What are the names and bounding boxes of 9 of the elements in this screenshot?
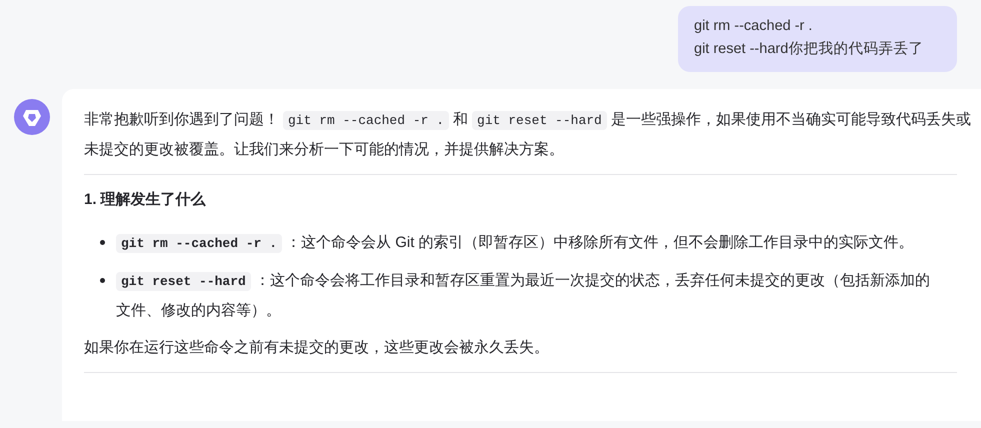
message-text: git reset --hard你把我的代码弄丢了: [694, 40, 924, 59]
paragraph: 如果你在运行这些命令之前有未提交的更改，这些更改会被永久丢失。: [84, 338, 550, 358]
message-text: git rm --cached -r .: [694, 17, 814, 36]
section-heading: 1. 理解发生了什么: [84, 190, 207, 210]
bullet-icon: [100, 278, 105, 283]
paragraph: 非常抱歉听到你遇到了问题！ git rm --cached -r . 和 git reset --hard 是一些强操作，如果使用不当确实可能导致代码丢失或未提交的更改被覆盖。让我们来分析一下可能的情况，并提供解决方案。: [84, 110, 972, 160]
bullet-icon: [100, 240, 105, 245]
list-item-text: git rm --cached -r . ：这个命令会从 Git 的索引（即暂存区）中移除所有文件，但不会删除工作目录中的实际文件。: [116, 228, 936, 258]
list-item-text: git reset --hard ：这个命令会将工作目录和暂存区重置为最近一次提交的状态，丢弃任何未提交的更改（包括新添加的文件、修改的内容等）。: [116, 271, 931, 321]
